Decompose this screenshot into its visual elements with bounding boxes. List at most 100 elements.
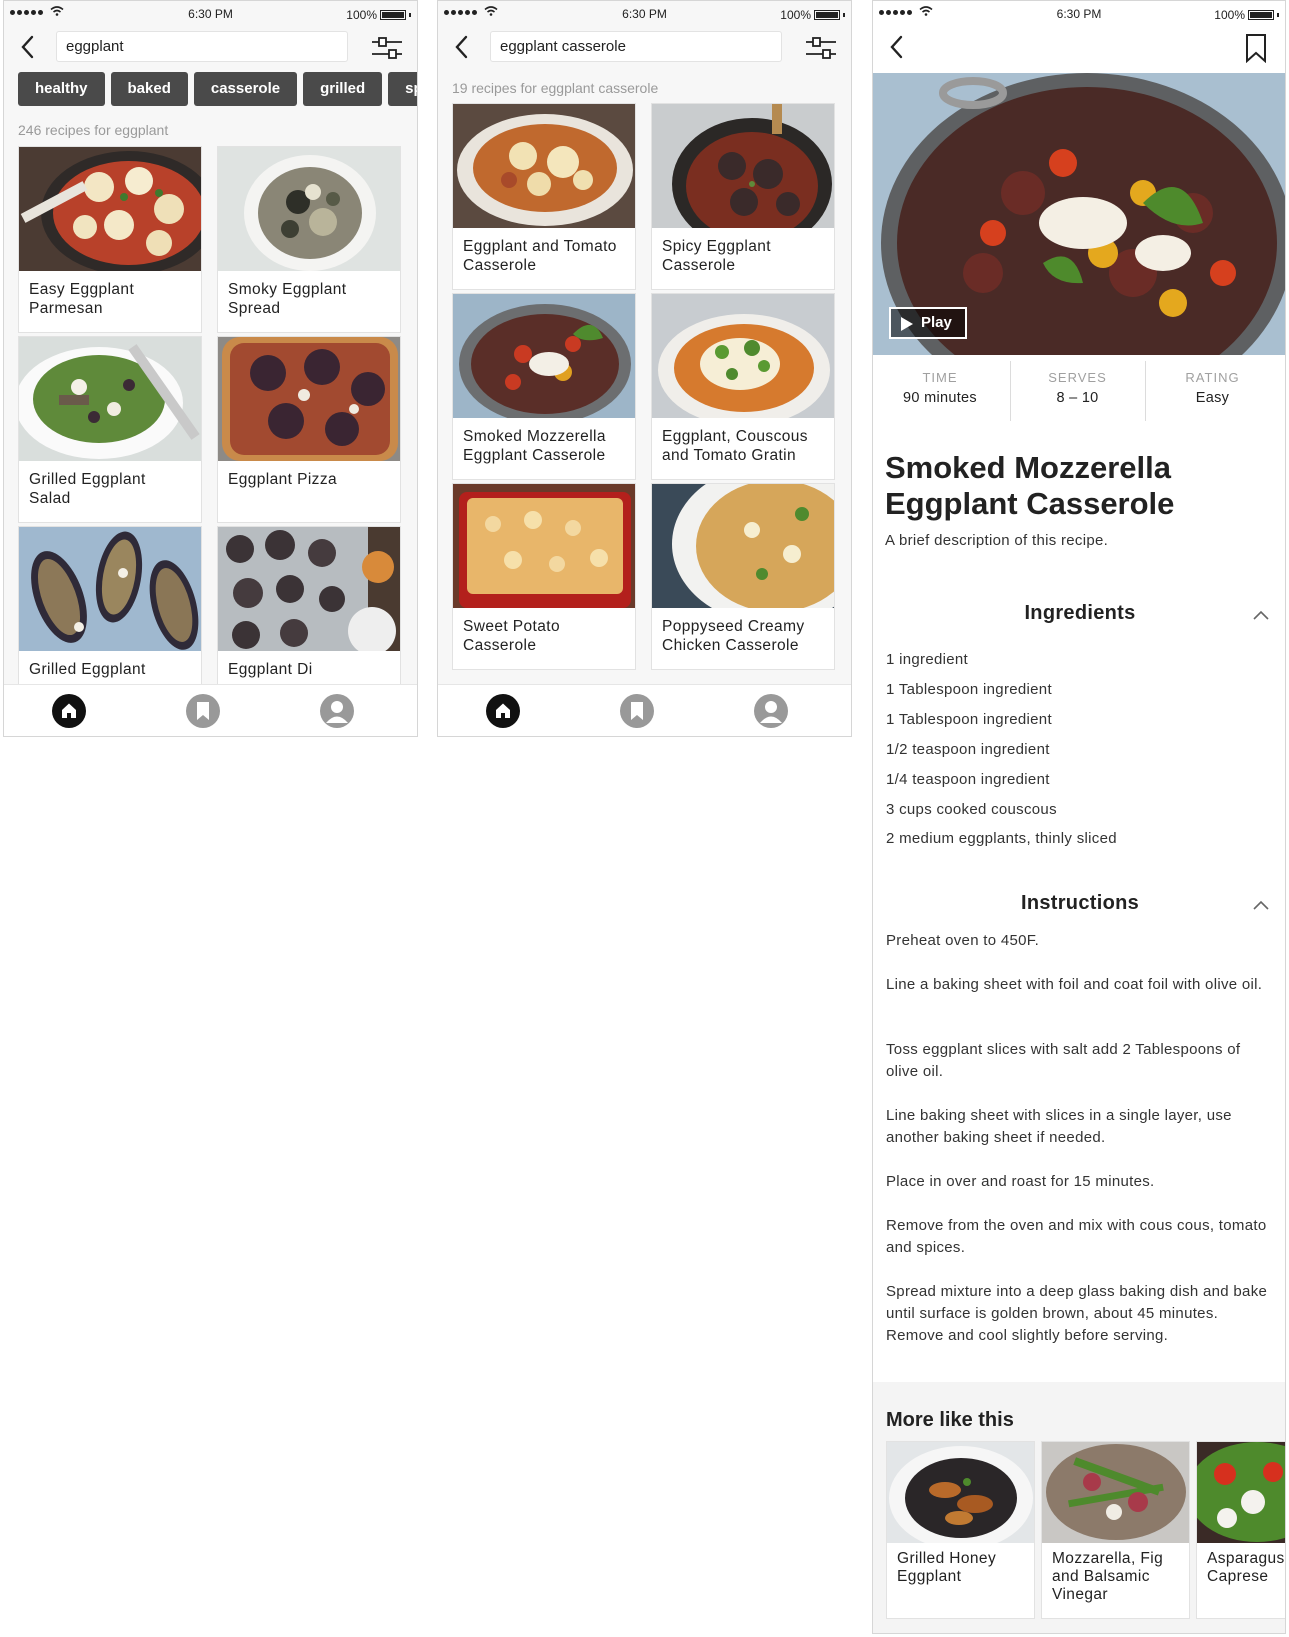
ingredients-heading: Ingredients (1024, 602, 1136, 624)
recipe-title-line: Smoked Mozzerella (885, 450, 1171, 485)
recipe-title: Eggplant Di (228, 661, 313, 678)
recipe-card[interactable]: Smoky Eggplant Spread (217, 146, 401, 333)
recipe-hero-photo: Play (873, 73, 1285, 355)
related-recipe-card[interactable]: Grilled Honey Eggplant (886, 1441, 1035, 1619)
recipe-card[interactable]: Grilled Eggplant Salad (18, 336, 202, 523)
recipe-photo (652, 294, 834, 418)
bookmark-icon[interactable] (1245, 33, 1267, 63)
recipe-title: Smoked Mozzerella Eggplant Casserole (885, 450, 1275, 522)
recipe-title: Grilled Honey Eggplant (897, 1550, 997, 1585)
recipe-photo (453, 484, 635, 608)
recipe-title: Sweet Potato Casserole (463, 618, 560, 654)
recipe-title: Grilled Eggplant (29, 661, 146, 678)
recipe-title: Eggplant and Tomato Casserole (463, 238, 617, 274)
battery-percent: 100% (1214, 8, 1245, 22)
recipe-title-line: Eggplant Casserole (885, 486, 1175, 521)
stat-label: TIME (922, 370, 958, 385)
tab-bar (438, 684, 851, 736)
recipe-title: Eggplant, Couscous and Tomato Gratin (662, 428, 808, 464)
chip-grilled[interactable]: grilled (303, 72, 383, 106)
home-icon[interactable] (486, 694, 520, 728)
stat-value: 8 – 10 (1056, 390, 1099, 406)
recipe-title: Grilled Eggplant Salad (29, 471, 146, 507)
battery-indicator: 100% (346, 8, 411, 22)
profile-icon[interactable] (754, 694, 788, 728)
filter-sliders-icon[interactable] (805, 36, 837, 60)
related-recipe-card[interactable]: Asparagus Caprese (1196, 1441, 1285, 1619)
back-arrow-icon[interactable] (18, 34, 38, 60)
recipe-photo (652, 104, 834, 228)
recipe-photo (218, 337, 400, 461)
recipe-photo (19, 527, 201, 651)
recipe-photo (19, 337, 201, 461)
more-like-this-section: More like this Grilled Honey Eggplant Mo… (873, 1382, 1285, 1633)
battery-icon (1248, 10, 1274, 20)
chip-healthy[interactable]: healthy (18, 72, 105, 106)
recipe-card[interactable]: Smoked Mozzerella Eggplant Casserole (452, 293, 636, 480)
recipe-card[interactable]: Poppyseed Creamy Chicken Casserole (651, 483, 835, 670)
recipe-stats: TIME 90 minutes SERVES 8 – 10 RATING Eas… (873, 361, 1285, 421)
recipe-title: Smoky Eggplant Spread (228, 281, 347, 317)
ingredient-item: 1 Tablespoon ingredient (886, 711, 1052, 728)
result-count: 246 recipes for eggplant (18, 122, 169, 138)
chevron-up-icon[interactable] (1253, 610, 1269, 620)
tab-bar (4, 684, 417, 736)
filter-chips: healthy baked casserole grilled sp (18, 72, 417, 106)
ingredient-item: 1 ingredient (886, 651, 968, 668)
recipe-photo (453, 104, 635, 228)
play-icon (901, 317, 913, 331)
recipe-photo (218, 147, 400, 271)
recipe-card[interactable]: Spicy Eggplant Casserole (651, 103, 835, 290)
home-icon[interactable] (52, 694, 86, 728)
back-arrow-icon[interactable] (887, 34, 907, 60)
chip-baked[interactable]: baked (110, 72, 188, 106)
status-bar: 6:30 PM 100% (873, 1, 1285, 27)
recipe-title: Easy Eggplant Parmesan (29, 281, 135, 317)
recipe-detail-screen: 6:30 PM 100% Play TIME 90 minutes SERVES… (872, 0, 1286, 1634)
bookmark-icon[interactable] (620, 694, 654, 728)
battery-percent: 100% (346, 8, 377, 22)
search-results-screen-eggplant-casserole: 6:30 PM 100% eggplant casserole 19 recip… (437, 0, 852, 737)
instruction-step: Toss eggplant slices with salt add 2 Tab… (886, 1041, 1241, 1080)
chip-casserole[interactable]: casserole (193, 72, 298, 106)
recipe-card[interactable]: Eggplant Pizza (217, 336, 401, 523)
play-video-button[interactable]: Play (889, 307, 967, 339)
bookmark-icon[interactable] (186, 694, 220, 728)
ingredient-item: 1/2 teaspoon ingredient (886, 741, 1050, 758)
recipe-photo (218, 527, 400, 651)
recipe-title: Asparagus Caprese (1207, 1550, 1285, 1585)
chevron-up-icon[interactable] (1253, 900, 1269, 910)
recipe-photo (1042, 1442, 1189, 1543)
recipe-photo (652, 484, 834, 608)
search-input[interactable]: eggplant (56, 31, 348, 62)
filter-sliders-icon[interactable] (371, 36, 403, 60)
battery-percent: 100% (780, 8, 811, 22)
play-label: Play (921, 314, 952, 331)
profile-icon[interactable] (320, 694, 354, 728)
instruction-step: Line baking sheet with slices in a singl… (886, 1107, 1232, 1146)
stat-label: RATING (1185, 370, 1240, 385)
instruction-step: Place in over and roast for 15 minutes. (886, 1173, 1155, 1190)
status-bar: 6:30 PM 100% (438, 1, 851, 27)
recipe-title: Spicy Eggplant Casserole (662, 238, 771, 274)
instructions-heading: Instructions (1020, 892, 1140, 914)
back-arrow-icon[interactable] (452, 34, 472, 60)
related-recipe-card[interactable]: Mozzarella, Fig and Balsamic Vinegar (1041, 1441, 1190, 1619)
search-input[interactable]: eggplant casserole (490, 31, 782, 62)
chip-more[interactable]: sp (388, 72, 417, 106)
recipe-card[interactable]: Sweet Potato Casserole (452, 483, 636, 670)
recipe-card[interactable]: Eggplant and Tomato Casserole (452, 103, 636, 290)
ingredient-item: 1/4 teaspoon ingredient (886, 771, 1050, 788)
stat-value: Easy (1195, 390, 1230, 406)
ingredient-item: 2 medium eggplants, thinly sliced (886, 830, 1117, 847)
battery-icon (814, 10, 840, 20)
recipe-card[interactable]: Eggplant, Couscous and Tomato Gratin (651, 293, 835, 480)
recipe-photo (453, 294, 635, 418)
instruction-step: Spread mixture into a deep glass baking … (886, 1283, 1268, 1344)
stat-rating: RATING Easy (1145, 361, 1279, 421)
recipe-card[interactable]: Easy Eggplant Parmesan (18, 146, 202, 333)
more-like-this-heading: More like this (886, 1409, 1014, 1431)
result-count: 19 recipes for eggplant casserole (452, 80, 659, 96)
recipe-photo (19, 147, 201, 271)
stat-time: TIME 90 minutes (873, 361, 1007, 421)
